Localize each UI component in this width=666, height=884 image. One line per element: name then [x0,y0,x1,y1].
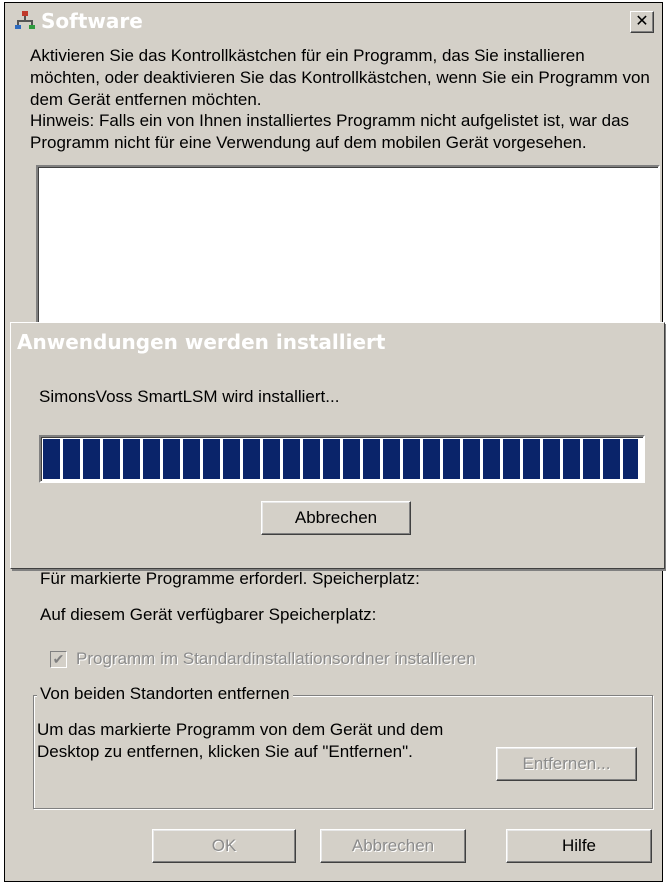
remove-button[interactable]: Entfernen... [496,747,637,781]
cancel-button[interactable]: Abbrechen [320,829,466,863]
title-bar[interactable]: Software ✕ [5,3,662,37]
install-progress-dialog: Anwendungen werden installiert SimonsVos… [10,322,665,569]
progress-cancel-button[interactable]: Abbrechen [261,501,411,535]
ok-button[interactable]: OK [152,829,296,863]
help-button[interactable]: Hilfe [506,829,652,863]
progress-fill [43,439,638,479]
hint-text: Hinweis: Falls ein von Ihnen installiert… [30,111,630,152]
remove-group-title: Von beiden Standorten entfernen [37,684,293,704]
default-folder-label: Programm im Standardinstallationsordner … [76,649,476,668]
space-required-label: Für markierte Programme erforderl. Speic… [40,569,420,588]
progress-dialog-title: Anwendungen werden installiert [17,330,386,354]
window-title: Software [41,9,143,33]
close-button[interactable]: ✕ [630,11,654,33]
close-icon: ✕ [635,13,649,30]
software-install-icon [15,11,35,29]
progress-title-bar[interactable]: Anwendungen werden installiert [11,323,664,359]
space-available-label: Auf diesem Gerät verfügbarer Speicherpla… [40,605,377,624]
default-folder-checkbox[interactable]: ✔ [50,651,67,668]
install-status-text: SimonsVoss SmartLSM wird installiert... [39,387,340,406]
remove-group-text: Um das markierte Programm von dem Gerät … [37,720,444,761]
instructions-text: Aktivieren Sie das Kontrollkästchen für … [30,46,650,109]
install-progress-bar [39,435,645,483]
